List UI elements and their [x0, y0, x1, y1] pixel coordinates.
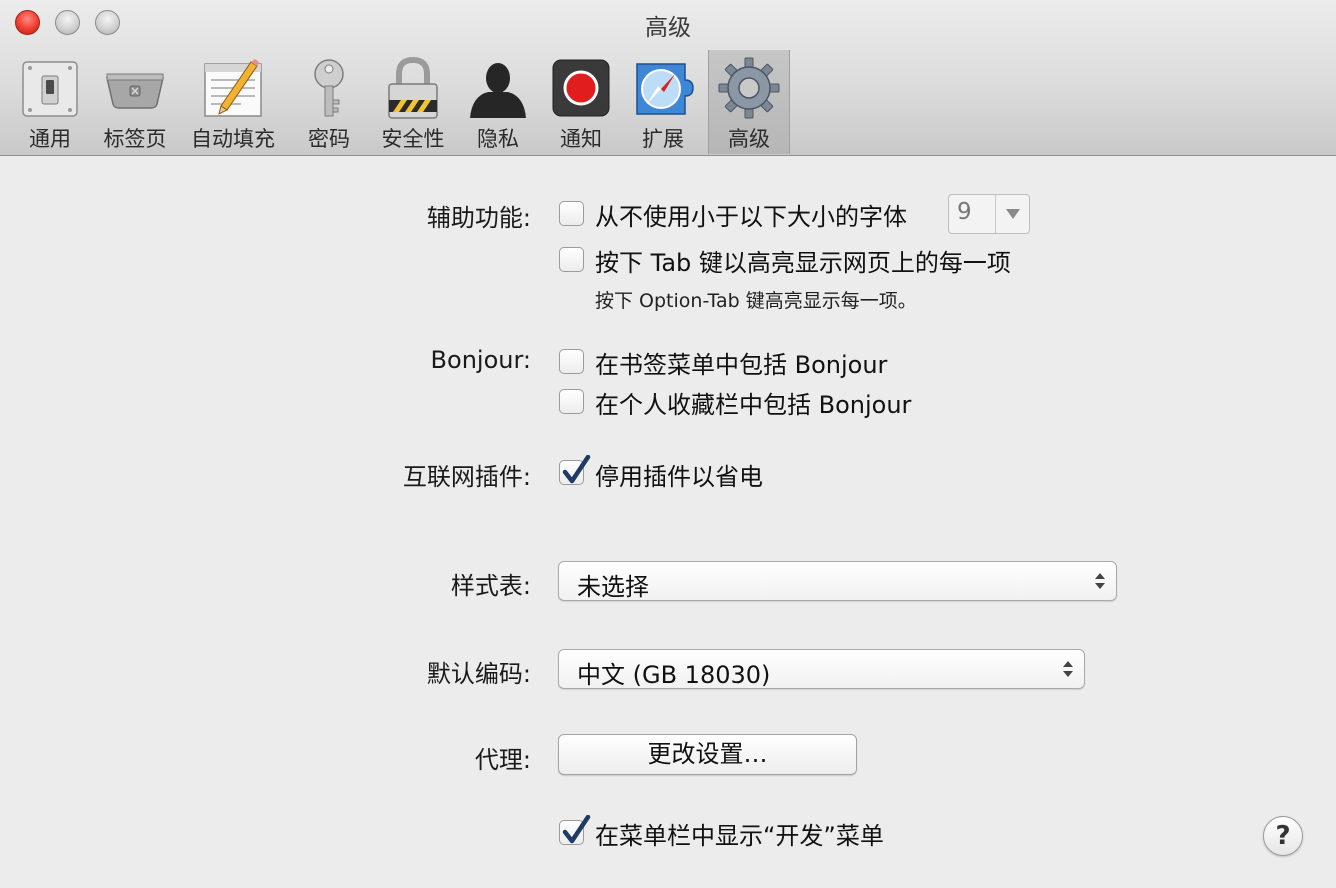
- stop-plugins-label: 停用插件以省电: [595, 463, 763, 491]
- min-font-size-checkbox[interactable]: [559, 201, 584, 226]
- proxies-label: 代理:: [474, 746, 531, 774]
- extensions-compass-icon: [636, 63, 694, 115]
- change-proxy-settings-button[interactable]: 更改设置…: [558, 734, 857, 775]
- checkmark-icon: [562, 455, 591, 484]
- min-font-size-combobox[interactable]: 9: [948, 194, 1030, 234]
- chevron-down-icon[interactable]: [1006, 209, 1020, 219]
- min-font-size-label: 从不使用小于以下大小的字体: [595, 203, 907, 231]
- toolbar-tab-label: 扩展: [642, 127, 684, 151]
- switch-icon: [22, 61, 78, 117]
- toolbar-tab-general[interactable]: 通用: [16, 50, 84, 154]
- toolbar-tab-label: 密码: [308, 127, 350, 151]
- toolbar-tab-privacy[interactable]: 隐私: [466, 50, 530, 154]
- help-button[interactable]: ?: [1263, 816, 1303, 856]
- toolbar-tab-passwords[interactable]: 密码: [296, 50, 362, 154]
- updown-arrows-icon: [1095, 573, 1105, 589]
- min-font-size-value: 9: [957, 199, 972, 225]
- gear-icon: [718, 57, 780, 119]
- tab-highlight-label: 按下 Tab 键以高亮显示网页上的每一项: [595, 249, 1011, 277]
- default-encoding-popup[interactable]: 中文 (GB 18030): [558, 649, 1085, 689]
- stylesheet-popup[interactable]: 未选择: [558, 561, 1117, 601]
- default-encoding-label: 默认编码:: [426, 660, 531, 688]
- internet-plugins-label: 互联网插件:: [402, 463, 531, 491]
- toolbar-tab-notifications[interactable]: 通知: [548, 50, 614, 154]
- tab-highlight-checkbox[interactable]: [559, 247, 584, 272]
- toolbar-tab-label: 标签页: [103, 127, 167, 151]
- toolbar-tab-label: 安全性: [381, 127, 445, 151]
- window-titlebar-toolbar: 高级 通用 标签页 自动填充 密码 安全性 隐私 通知 扩展 高级: [0, 0, 1336, 156]
- window-title: 高级: [645, 15, 691, 41]
- toolbar-tab-label: 通用: [29, 127, 71, 151]
- accessibility-label: 辅助功能:: [426, 204, 531, 232]
- checkmark-icon: [562, 815, 591, 844]
- person-silhouette-icon: [470, 63, 526, 118]
- bonjour-favorites-bar-label: 在个人收藏栏中包括 Bonjour: [595, 391, 912, 419]
- autofill-icon: [204, 59, 262, 117]
- bonjour-bookmarks-menu-checkbox[interactable]: [559, 349, 584, 374]
- stylesheet-label: 样式表:: [450, 572, 531, 600]
- toolbar-tab-tabs[interactable]: 标签页: [100, 50, 170, 154]
- tabs-icon: [106, 73, 164, 109]
- toolbar-tab-label: 通知: [560, 127, 602, 151]
- show-develop-menu-checkbox[interactable]: [559, 815, 591, 845]
- stylesheet-value: 未选择: [577, 573, 649, 601]
- bonjour-bookmarks-menu-label: 在书签菜单中包括 Bonjour: [595, 351, 888, 379]
- toolbar-tab-autofill[interactable]: 自动填充: [188, 50, 278, 154]
- toolbar-tab-advanced[interactable]: 高级: [708, 50, 790, 154]
- option-tab-hint: 按下 Option-Tab 键高亮显示每一项。: [595, 290, 917, 312]
- toolbar-tab-extensions[interactable]: 扩展: [630, 50, 696, 154]
- toolbar-tab-security[interactable]: 安全性: [376, 50, 450, 154]
- bonjour-favorites-bar-checkbox[interactable]: [559, 389, 584, 414]
- toolbar-tab-label: 高级: [728, 127, 770, 151]
- notification-record-icon: [552, 59, 610, 117]
- preferences-window: 高级 通用 标签页 自动填充 密码 安全性 隐私 通知 扩展 高级 辅助功能: …: [0, 0, 1336, 888]
- lock-icon: [388, 56, 438, 119]
- bonjour-label: Bonjour:: [430, 346, 531, 374]
- key-icon: [314, 59, 344, 117]
- stop-plugins-checkbox[interactable]: [559, 455, 591, 485]
- default-encoding-value: 中文 (GB 18030): [577, 661, 771, 689]
- toolbar-tab-label: 隐私: [477, 127, 519, 151]
- toolbar-tab-label: 自动填充: [191, 127, 275, 151]
- updown-arrows-icon: [1063, 661, 1073, 677]
- show-develop-menu-label: 在菜单栏中显示“开发”菜单: [595, 822, 884, 850]
